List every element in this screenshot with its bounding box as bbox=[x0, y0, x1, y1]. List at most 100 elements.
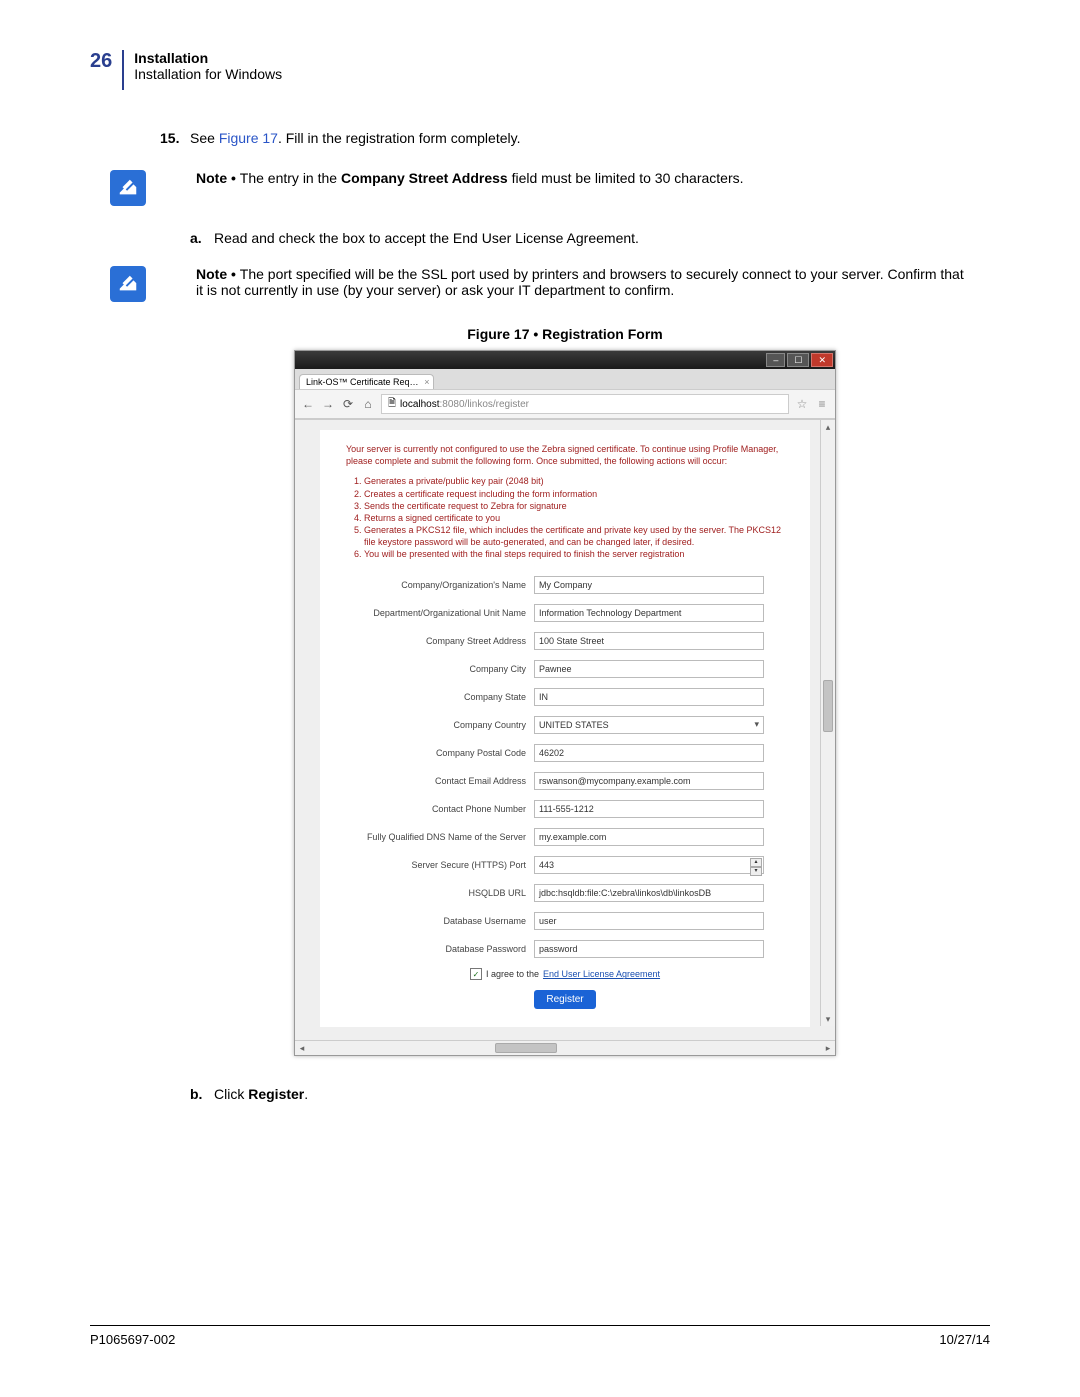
label-dept: Department/Organizational Unit Name bbox=[346, 608, 534, 618]
substep-suffix: . bbox=[304, 1086, 308, 1102]
input-phone[interactable]: 111-555-1212 bbox=[534, 800, 764, 818]
eula-checkbox[interactable]: ✓ bbox=[470, 968, 482, 980]
note-text-1: The entry in the bbox=[240, 170, 341, 186]
label-port: Server Secure (HTTPS) Port bbox=[346, 860, 534, 870]
browser-toolbar: ← → ⟳ ⌂ 🗎 localhost:8080/linkos/register… bbox=[295, 389, 835, 419]
form-step: Generates a private/public key pair (204… bbox=[364, 475, 784, 487]
footer-left: P1065697-002 bbox=[90, 1332, 175, 1347]
input-fqdn[interactable]: my.example.com bbox=[534, 828, 764, 846]
note-body: Note • The entry in the Company Street A… bbox=[196, 170, 970, 186]
figure-17-link[interactable]: Figure 17 bbox=[219, 130, 278, 146]
substep-letter: a. bbox=[190, 230, 214, 246]
label-email: Contact Email Address bbox=[346, 776, 534, 786]
value-dept: Information Technology Department bbox=[539, 608, 681, 618]
value-fqdn: my.example.com bbox=[539, 832, 606, 842]
label-phone: Contact Phone Number bbox=[346, 804, 534, 814]
note-icon bbox=[110, 170, 146, 206]
value-dbuser: user bbox=[539, 916, 557, 926]
scroll-down-icon[interactable]: ▾ bbox=[821, 1012, 835, 1026]
substep-b: b. Click Register. bbox=[190, 1086, 970, 1102]
registration-form-panel: Your server is currently not configured … bbox=[320, 430, 810, 1027]
substep-text: Read and check the box to accept the End… bbox=[214, 230, 639, 246]
forward-icon[interactable]: → bbox=[321, 397, 335, 411]
eula-link[interactable]: End User License Agreement bbox=[543, 969, 660, 979]
scroll-thumb[interactable] bbox=[823, 680, 833, 732]
horizontal-scrollbar[interactable]: ◂ ▸ bbox=[295, 1040, 835, 1055]
input-state[interactable]: IN bbox=[534, 688, 764, 706]
bookmark-icon[interactable]: ☆ bbox=[795, 397, 809, 411]
form-intro-text: Your server is currently not configured … bbox=[346, 444, 784, 467]
input-dbuser[interactable]: user bbox=[534, 912, 764, 930]
input-street[interactable]: 100 State Street bbox=[534, 632, 764, 650]
substep-letter: b. bbox=[190, 1086, 214, 1102]
url-host: localhost bbox=[400, 399, 439, 410]
page-header: 26 Installation Installation for Windows bbox=[90, 50, 990, 90]
value-dbpass: password bbox=[539, 944, 578, 954]
substep-bold: Register bbox=[248, 1086, 304, 1102]
note-2: Note • The port specified will be the SS… bbox=[110, 266, 970, 302]
select-country[interactable]: UNITED STATES bbox=[534, 716, 764, 734]
url-path: :8080/linkos/register bbox=[440, 399, 530, 410]
label-street: Company Street Address bbox=[346, 636, 534, 646]
window-maximize-button[interactable]: ☐ bbox=[787, 353, 809, 367]
url-input[interactable]: 🗎 localhost:8080/linkos/register bbox=[381, 394, 789, 414]
note-lead: Note • bbox=[196, 266, 240, 282]
input-org[interactable]: My Company bbox=[534, 576, 764, 594]
browser-tabstrip: Link-OS™ Certificate Req… × bbox=[295, 369, 835, 389]
figure-caption: Figure 17 • Registration Form bbox=[160, 326, 970, 342]
value-postal: 46202 bbox=[539, 748, 564, 758]
vertical-scrollbar[interactable]: ▴ ▾ bbox=[820, 420, 835, 1026]
page-icon: 🗎 bbox=[388, 396, 396, 413]
note-text-2: field must be limited to 30 characters. bbox=[508, 170, 744, 186]
input-email[interactable]: rswanson@mycompany.example.com bbox=[534, 772, 764, 790]
page-number: 26 bbox=[90, 50, 112, 73]
eula-row: ✓ I agree to the End User License Agreem… bbox=[346, 968, 784, 980]
form-steps-list: Generates a private/public key pair (204… bbox=[346, 475, 784, 560]
spinner-down-icon[interactable]: ▾ bbox=[750, 867, 762, 876]
label-city: Company City bbox=[346, 664, 534, 674]
menu-icon[interactable]: ≡ bbox=[815, 397, 829, 411]
window-minimize-button[interactable]: – bbox=[766, 353, 785, 367]
value-country: UNITED STATES bbox=[539, 720, 609, 730]
reload-icon[interactable]: ⟳ bbox=[341, 397, 355, 411]
section-subtitle: Installation for Windows bbox=[134, 66, 282, 82]
browser-tab[interactable]: Link-OS™ Certificate Req… × bbox=[299, 374, 434, 389]
scroll-right-icon[interactable]: ▸ bbox=[821, 1041, 835, 1055]
footer-right: 10/27/14 bbox=[939, 1332, 990, 1347]
spinner-up-icon[interactable]: ▴ bbox=[750, 858, 762, 867]
scroll-left-icon[interactable]: ◂ bbox=[295, 1041, 309, 1055]
input-dept[interactable]: Information Technology Department bbox=[534, 604, 764, 622]
form-step: Returns a signed certificate to you bbox=[364, 512, 784, 524]
input-dbpass[interactable]: password bbox=[534, 940, 764, 958]
label-org: Company/Organization's Name bbox=[346, 580, 534, 590]
register-button[interactable]: Register bbox=[534, 990, 595, 1009]
browser-viewport: Your server is currently not configured … bbox=[295, 419, 835, 1040]
label-fqdn: Fully Qualified DNS Name of the Server bbox=[346, 832, 534, 842]
tab-close-icon[interactable]: × bbox=[424, 377, 429, 387]
step-text: See Figure 17. Fill in the registration … bbox=[190, 130, 970, 146]
substep-a: a. Read and check the box to accept the … bbox=[190, 230, 970, 246]
value-city: Pawnee bbox=[539, 664, 572, 674]
input-postal[interactable]: 46202 bbox=[534, 744, 764, 762]
step-15: 15. See Figure 17. Fill in the registrat… bbox=[160, 130, 970, 146]
label-postal: Company Postal Code bbox=[346, 748, 534, 758]
input-hsqldb[interactable]: jdbc:hsqldb:file:C:\zebra\linkos\db\link… bbox=[534, 884, 764, 902]
note-bold: Company Street Address bbox=[341, 170, 508, 186]
value-org: My Company bbox=[539, 580, 592, 590]
back-icon[interactable]: ← bbox=[301, 397, 315, 411]
form-step: Creates a certificate request including … bbox=[364, 488, 784, 500]
input-city[interactable]: Pawnee bbox=[534, 660, 764, 678]
hscroll-thumb[interactable] bbox=[495, 1043, 557, 1053]
window-close-button[interactable]: ✕ bbox=[811, 353, 833, 367]
value-phone: 111-555-1212 bbox=[539, 804, 594, 814]
input-port[interactable]: 443▴▾ bbox=[534, 856, 764, 874]
home-icon[interactable]: ⌂ bbox=[361, 397, 375, 411]
scroll-up-icon[interactable]: ▴ bbox=[821, 420, 835, 434]
value-state: IN bbox=[539, 692, 548, 702]
value-hsqldb: jdbc:hsqldb:file:C:\zebra\linkos\db\link… bbox=[539, 888, 711, 898]
label-dbpass: Database Password bbox=[346, 944, 534, 954]
section-title: Installation bbox=[134, 50, 282, 66]
header-divider bbox=[122, 50, 124, 90]
step-number: 15. bbox=[160, 130, 190, 146]
value-email: rswanson@mycompany.example.com bbox=[539, 776, 691, 786]
